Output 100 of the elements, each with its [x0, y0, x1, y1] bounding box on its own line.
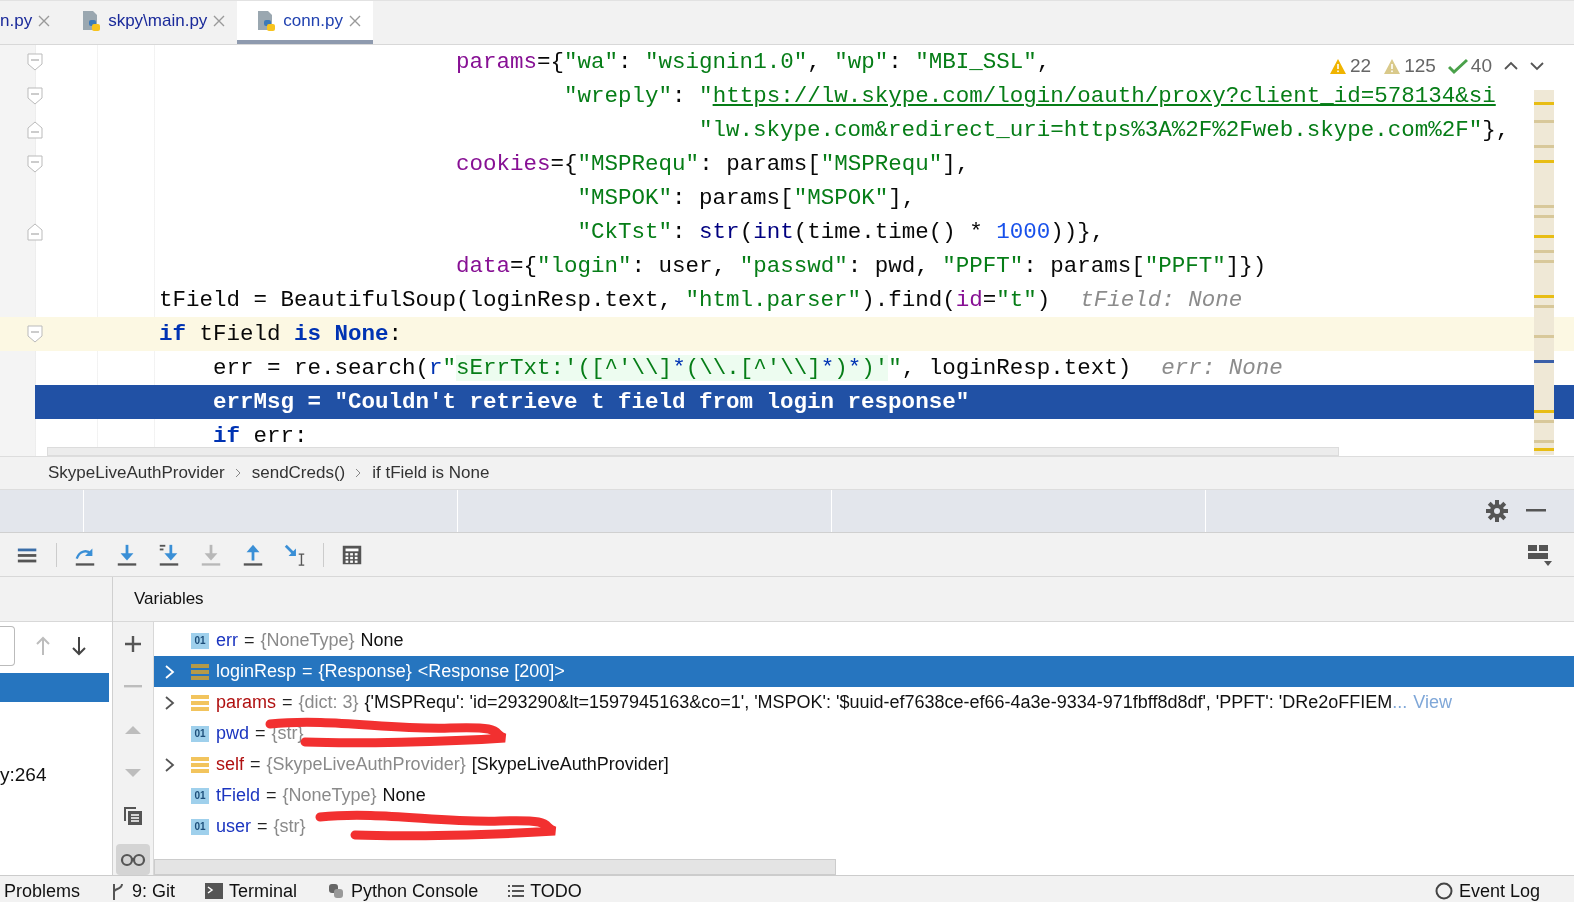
arrow-up-icon[interactable] [35, 636, 51, 656]
fold-marker-icon[interactable] [27, 325, 43, 343]
variable-type: {NoneType} [282, 785, 377, 806]
inline-value: tField: None [1080, 286, 1243, 315]
horizontal-scrollbar[interactable] [154, 859, 836, 875]
minimize-icon[interactable] [1526, 509, 1546, 513]
variable-row[interactable]: loginResp = {Response} <Response [200]> [154, 656, 1574, 687]
equals-sign: = [255, 723, 266, 744]
python-icon [327, 882, 346, 900]
code-line: cookies={"MSPRequ": params["MSPRequ"], [455, 150, 970, 179]
variable-name: pwd [216, 723, 250, 744]
code-line: data={"login": user, "passwd": pwd, "PPFT": params["PPFT"]}) [455, 252, 1267, 281]
dropdown[interactable] [0, 626, 15, 666]
equals-sign: = [250, 754, 261, 775]
variable-type: {str} [271, 723, 304, 744]
list-icon [191, 663, 209, 680]
add-icon [123, 633, 143, 654]
variable-name: loginResp [216, 661, 297, 682]
fold-marker-icon[interactable] [27, 121, 43, 139]
code-line: "wreply": "https://lw.skype.com/login/oauth/proxy?client_id=578134&si [563, 82, 1496, 111]
run-to-cursor-icon [283, 542, 307, 567]
equals-sign: = [302, 661, 313, 682]
variable-value: {'MSPRequ': 'id=293290&lt=1597945163&co=1', 'MSPOK': '$uuid-ef7638ce-ef66-4a3e-9334-971fbff8d8df', 'PPFT': 'DRe2oFFIEM [364, 692, 1393, 713]
chevron-up-icon[interactable] [1504, 61, 1518, 71]
warning-icon[interactable] [1383, 57, 1402, 75]
equals-sign: = [266, 785, 277, 806]
ellipsis: ... [1392, 692, 1408, 713]
variable-name: params [216, 692, 277, 713]
tool-window-button[interactable]: Python Console [327, 880, 479, 902]
copy-icon [122, 805, 144, 828]
number-icon: 01 [191, 818, 209, 835]
bubble-icon [1434, 882, 1453, 900]
variable-name: err [216, 630, 238, 651]
code-editor[interactable] [0, 45, 1574, 456]
code-line: "CkTst": str(int(time.time() * 1000))}, [576, 218, 1105, 247]
editor-tab[interactable]: conn.py [237, 1, 373, 44]
variable-name: user [216, 816, 251, 837]
variable-type: {dict: 3} [298, 692, 359, 713]
editor-tab[interactable]: skpy\main.py [62, 1, 238, 44]
variable-value: <Response [200]> [417, 661, 565, 682]
fold-marker-icon[interactable] [27, 155, 43, 173]
list-icon [191, 756, 209, 773]
watch-button[interactable] [116, 843, 150, 876]
settings-icon[interactable] [1486, 500, 1508, 522]
variable-row[interactable]: 01 user = {str} [154, 811, 1574, 842]
tool-window-button[interactable]: TODO [508, 880, 582, 902]
variable-type: {NoneType} [260, 630, 355, 651]
close-icon[interactable] [348, 14, 361, 27]
variable-row[interactable]: 01 pwd = {str} [154, 718, 1574, 749]
tool-window-button[interactable]: Event Log [1434, 880, 1540, 902]
breadcrumb[interactable]: sendCreds() [251, 463, 346, 483]
variable-row[interactable]: params = {dict: 3} {'MSPRequ': 'id=293290&lt=1597945163&co=1', 'MSPOK': '$uuid-ef7638ce-ef66-4a3e-9334-971fbff8d8df', 'PPFT': 'DRe2oFFIEM... View [154, 687, 1574, 718]
close-icon[interactable] [213, 14, 226, 27]
variable-value: None [360, 630, 404, 651]
fold-marker-icon[interactable] [27, 87, 43, 105]
tool-window-button[interactable]: Problems [4, 880, 81, 902]
variable-value: None [382, 785, 426, 806]
close-icon[interactable] [38, 14, 51, 27]
code-line: "MSPOK": params["MSPOK"], [576, 184, 916, 213]
inspection-count[interactable]: 22 [1350, 55, 1372, 77]
variable-row[interactable]: 01 tField = {NoneType} None [154, 780, 1574, 811]
variable-type: {SkypeLiveAuthProvider} [266, 754, 466, 775]
equals-sign: = [282, 692, 293, 713]
number-icon: 01 [191, 632, 209, 649]
variable-name: self [216, 754, 244, 775]
list-icon [191, 694, 209, 711]
checkmark-icon[interactable] [1447, 57, 1468, 75]
inspection-count[interactable]: 125 [1404, 55, 1436, 77]
step-into-icon [199, 542, 223, 567]
variable-row[interactable]: 01 err = {NoneType} None [154, 625, 1574, 656]
variable-row[interactable]: self = {SkypeLiveAuthProvider} [SkypeLiveAuthProvider] [154, 749, 1574, 780]
breadcrumb[interactable]: SkypeLiveAuthProvider [48, 463, 225, 483]
list-icon [508, 884, 525, 898]
number-icon: 01 [191, 725, 209, 742]
chevron-right-icon [234, 468, 242, 478]
horizontal-scrollbar[interactable] [47, 447, 1339, 456]
fold-marker-icon[interactable] [27, 223, 43, 241]
remove-icon [124, 685, 142, 689]
tool-window-button[interactable]: Terminal [205, 880, 298, 902]
inspection-count[interactable]: 40 [1470, 55, 1492, 77]
editor-tab[interactable]: n.py [0, 1, 63, 44]
variable-type: {Response} [318, 661, 412, 682]
code-line: params={"wa": "wsignin1.0", "wp": "MBI_SSL", [455, 48, 1051, 77]
breadcrumb[interactable]: if tField is None [372, 463, 490, 483]
equals-sign: = [244, 630, 255, 651]
arrow-down-icon[interactable] [71, 636, 87, 656]
code-line: if err: [212, 422, 308, 451]
chevron-down-icon[interactable] [1530, 61, 1544, 71]
step-out-icon [241, 542, 265, 567]
code-line: err = re.search(r"sErrTxt:'([^'\\]*(\\.[^'\\]*)*)'", loginResp.text) [212, 354, 1132, 383]
number-icon: 01 [191, 787, 209, 804]
glasses-icon [120, 851, 146, 868]
frame-item[interactable]: y:264 [0, 764, 112, 786]
fold-marker-icon[interactable] [27, 53, 43, 71]
step-into-icon [115, 542, 139, 567]
variable-name: tField [216, 785, 260, 806]
warning-icon[interactable] [1329, 57, 1347, 75]
code-line: errMsg = "Couldn't retrieve t field from login response" [212, 388, 970, 417]
step-into-icon [157, 542, 181, 567]
tool-window-button[interactable]: 9: Git [110, 880, 176, 902]
